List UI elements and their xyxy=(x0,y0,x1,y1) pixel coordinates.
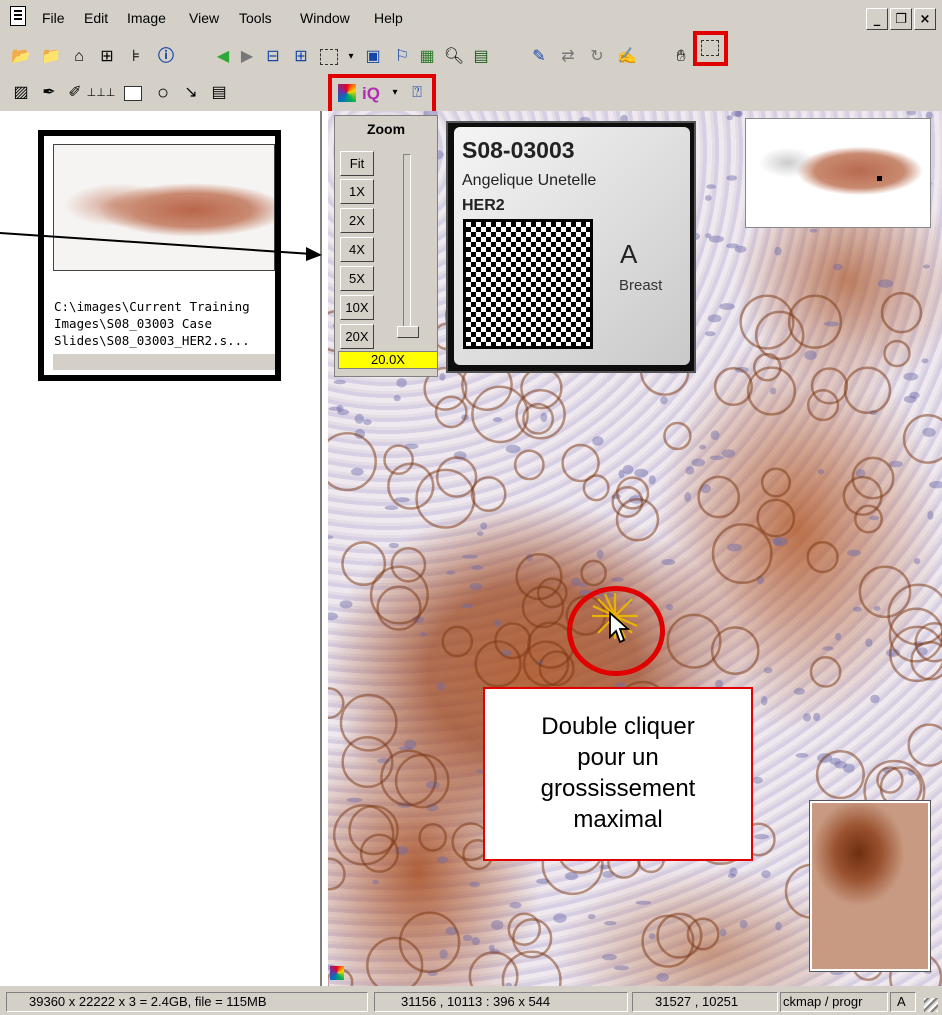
rectangle-tool-icon[interactable] xyxy=(122,82,144,104)
menu-help[interactable]: Help xyxy=(374,10,403,26)
tile-horizontal-icon[interactable]: ⊟ xyxy=(262,46,284,68)
label-block-letter: A xyxy=(620,239,638,269)
menu-tools[interactable]: Tools xyxy=(239,10,272,26)
slide-viewer[interactable]: Zoom Fit 1X 2X 4X 5X 10X 20X 20.0X S08-0… xyxy=(328,111,942,986)
close-button[interactable]: × xyxy=(914,8,936,30)
menu-file[interactable]: File xyxy=(42,10,65,26)
callout-line-2: pour un xyxy=(577,744,659,771)
zoom-20x-button[interactable]: 20X xyxy=(340,324,374,349)
ellipse-tool-icon[interactable]: ○ xyxy=(152,82,174,104)
label-slide-id: S08-03003 xyxy=(462,137,575,163)
dropdown-arrow-icon[interactable]: ▾ xyxy=(340,46,362,68)
resize-grip-icon[interactable] xyxy=(924,998,938,1012)
overview-position-marker xyxy=(877,176,882,181)
callout-line-4: maximal xyxy=(573,806,663,833)
label-patient-name: Angelique Unetelle xyxy=(462,172,597,189)
label-stain: HER2 xyxy=(462,197,505,214)
tile-vertical-icon[interactable]: ⊞ xyxy=(290,46,312,68)
ruler-icon[interactable]: ⊥⊥⊥ xyxy=(87,82,116,104)
main-toolbar: 📂 📁 ⌂ ⊞ ⊧ ⓘ ◀ ▶ ⊟ ⊞ ▾ ▣ ⚐ ▦ 🔍︎ ▤ ✎ ⇄ ↻ ✍… xyxy=(0,31,942,75)
forward-arrow-icon[interactable]: ▶ xyxy=(236,46,258,68)
pen-tool-icon[interactable]: ✒ xyxy=(38,82,60,104)
back-arrow-icon[interactable]: ◀ xyxy=(212,46,234,68)
text-tool-icon[interactable]: ▤ xyxy=(208,82,230,104)
flag-icon[interactable]: ⚐ xyxy=(391,46,413,68)
slide-tray-panel: C:\images\Current Training Images\S08_03… xyxy=(0,111,322,986)
image-quality-icon[interactable]: iQ xyxy=(360,82,382,104)
open-folder-icon[interactable]: 📂 xyxy=(10,46,32,68)
menu-edit[interactable]: Edit xyxy=(84,10,108,26)
properties-icon[interactable]: ⊧ xyxy=(125,46,147,68)
zoom-10x-button[interactable]: 10X xyxy=(340,295,374,320)
info-icon[interactable]: ⓘ xyxy=(155,46,177,68)
slide-thumbnail-card[interactable]: C:\images\Current Training Images\S08_03… xyxy=(38,130,281,381)
status-cursor-position: 31527 , 10251 xyxy=(632,992,778,1012)
edit-icon[interactable]: ✎ xyxy=(528,46,550,68)
callout-line-1: Double cliquer xyxy=(541,713,695,740)
slide-thumbnail-image[interactable] xyxy=(53,144,275,271)
mouse-pointer-icon xyxy=(609,611,631,644)
thumbnail-status-strip xyxy=(53,354,275,370)
open-remote-folder-icon[interactable]: 📁 xyxy=(40,46,62,68)
restore-button[interactable]: ❐ xyxy=(890,8,912,30)
network-icon[interactable]: ⊞ xyxy=(96,46,118,68)
zoom-level-readout: 20.0X xyxy=(338,351,438,369)
compare-icon[interactable]: ▦ xyxy=(416,46,438,68)
pen-scribble-icon[interactable]: ✐ xyxy=(64,82,86,104)
menu-image[interactable]: Image xyxy=(127,10,166,26)
zoom-title: Zoom xyxy=(366,121,406,137)
color-wheel-icon[interactable] xyxy=(336,82,358,104)
zoom-slider-track[interactable] xyxy=(403,154,411,336)
snapshot-camera-icon[interactable]: ⌂ xyxy=(68,46,90,68)
menu-bar: File Edit Image View Tools Window Help _… xyxy=(0,0,942,38)
save-region-icon[interactable]: ▨ xyxy=(10,82,32,104)
zoom-panel: Zoom Fit 1X 2X 4X 5X 10X 20X xyxy=(334,115,438,377)
notes-icon[interactable]: ▤ xyxy=(470,46,492,68)
status-bar: 39360 x 22222 x 3 = 2.4GB, file = 115MB … xyxy=(0,986,942,1015)
dropdown-arrow-icon[interactable]: ▾ xyxy=(384,82,406,104)
slide-label-image: S08-03003 Angelique Unetelle HER2 A Brea… xyxy=(446,121,696,373)
menu-window[interactable]: Window xyxy=(300,10,350,26)
selection-box-icon[interactable] xyxy=(318,46,340,68)
instruction-callout: Double cliquer pour un grossissement max… xyxy=(483,687,753,861)
magnifier-inset xyxy=(810,801,930,971)
magnifier-icon[interactable]: 🔍︎ xyxy=(443,46,465,68)
callout-line-3: grossissement xyxy=(540,775,696,802)
app-document-icon[interactable] xyxy=(10,6,26,26)
zoom-5x-button[interactable]: 5X xyxy=(340,266,374,291)
annotate-icon[interactable]: ✍ xyxy=(616,46,638,68)
status-flag: A xyxy=(890,992,916,1012)
annotation-toolbar: ▨ ✒ ✐ ⊥⊥⊥ ○ ↘ ▤ iQ ▾ ⍰ xyxy=(0,74,942,344)
zoom-2x-button[interactable]: 2X xyxy=(340,208,374,233)
zoom-fit-button[interactable]: Fit xyxy=(340,151,374,176)
region-select-icon[interactable] xyxy=(699,37,721,59)
label-tissue: Breast xyxy=(619,277,663,294)
datamatrix-barcode xyxy=(463,219,593,349)
status-image-dimensions: 39360 x 22222 x 3 = 2.4GB, file = 115MB xyxy=(6,992,368,1012)
status-view-region: 31156 , 10113 : 396 x 544 xyxy=(374,992,628,1012)
rotate-icon[interactable]: ↻ xyxy=(586,46,608,68)
hand-pan-icon[interactable]: ✋︎ xyxy=(670,46,692,68)
arrow-tool-icon[interactable]: ↘ xyxy=(180,82,202,104)
zoom-slider-thumb[interactable] xyxy=(397,326,419,338)
zoom-1x-button[interactable]: 1X xyxy=(340,179,374,204)
menu-view[interactable]: View xyxy=(189,10,219,26)
slide-file-path: C:\images\Current Training Images\S08_03… xyxy=(54,299,250,348)
slide-overview-map[interactable] xyxy=(746,119,930,227)
zoom-4x-button[interactable]: 4X xyxy=(340,237,374,262)
help-icon[interactable]: ⍰ xyxy=(406,82,428,104)
minimize-button[interactable]: _ xyxy=(866,8,888,30)
window-icon[interactable]: ▣ xyxy=(362,46,384,68)
sync-icon[interactable]: ⇄ xyxy=(557,46,579,68)
color-logo-icon xyxy=(330,966,344,980)
status-mode: ckmap / progr xyxy=(780,992,888,1012)
